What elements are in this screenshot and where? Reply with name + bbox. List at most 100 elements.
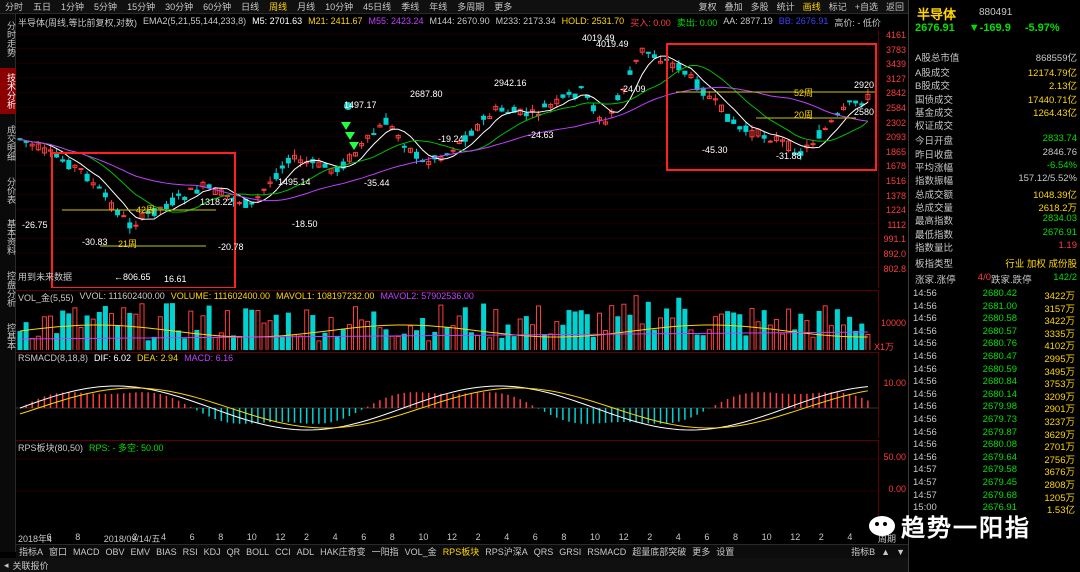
- macd-chart[interactable]: [16, 352, 878, 438]
- left-tab-5[interactable]: 控盘分析: [0, 266, 16, 312]
- timeframe-8[interactable]: 周线: [264, 0, 292, 13]
- left-tab-0[interactable]: 分时走势: [0, 16, 16, 62]
- stat-value: 17440.71亿: [1027, 95, 1077, 106]
- volume-chart[interactable]: [16, 290, 878, 350]
- timeframe-11[interactable]: 45日线: [358, 0, 396, 13]
- timeframe-6[interactable]: 60分钟: [198, 0, 236, 13]
- timeframe-toolbar: 分时 五日 1分钟 5分钟 15分钟 30分钟 60分钟 日线 周线 月线 10分钟 45日线 季线 年线…: [0, 0, 908, 14]
- status-bar: ◂ 关联报价: [0, 558, 908, 572]
- timeframe-1[interactable]: 五日: [28, 0, 56, 13]
- toolbar-button-4[interactable]: 画线: [799, 0, 825, 13]
- main-indicator-6: HOLD: 2531.70: [561, 16, 625, 26]
- tick-price: 2680.76: [982, 338, 1017, 350]
- indicator-tab-5[interactable]: BIAS: [153, 547, 180, 557]
- time-label: 4: [161, 532, 167, 542]
- indicator-tab-9[interactable]: BOLL: [243, 547, 272, 557]
- indicator-tab-8[interactable]: QR: [224, 547, 244, 557]
- indicator-tab-11[interactable]: ADL: [294, 547, 318, 557]
- indicator-tab-6[interactable]: RSI: [180, 547, 201, 557]
- price-chart[interactable]: [16, 30, 878, 288]
- toolbar-button-7[interactable]: 返回: [882, 0, 908, 13]
- timeframe-15[interactable]: 更多: [489, 0, 517, 13]
- stat-row: 昨日收盘 2846.76: [915, 147, 1077, 161]
- indicator-tab-10[interactable]: CCI: [272, 547, 294, 557]
- volume-bar: [511, 336, 517, 350]
- volume-bar: [371, 311, 377, 350]
- timeframe-3[interactable]: 5分钟: [89, 0, 122, 13]
- volume-bar: [584, 314, 590, 350]
- left-tab-3[interactable]: 分价表: [0, 172, 16, 208]
- indicator-tab-13[interactable]: 一阳指: [369, 545, 402, 558]
- indicator-tab-22[interactable]: 设置: [713, 545, 737, 558]
- volume-bar: [407, 325, 413, 350]
- indicator-tab-2[interactable]: MACD: [70, 547, 103, 557]
- timeframe-9[interactable]: 月线: [292, 0, 320, 13]
- candle-body: [627, 70, 633, 75]
- time-label: 12: [275, 532, 286, 542]
- timeframe-2[interactable]: 1分钟: [56, 0, 89, 13]
- left-tab-4[interactable]: 基本资料: [0, 214, 16, 260]
- timeframe-12[interactable]: 季线: [396, 0, 424, 13]
- indicator-tab-18[interactable]: GRSI: [556, 547, 584, 557]
- stat-value: 2618.2万: [1038, 203, 1077, 214]
- tab-nav-1[interactable]: ▲: [878, 547, 893, 557]
- stat-value: -6.54%: [1046, 160, 1077, 171]
- candle-body: [761, 135, 767, 139]
- indicator-tab-20[interactable]: 超量底部突破: [629, 545, 689, 558]
- volume-bar: [706, 329, 712, 350]
- candle-body: [725, 113, 731, 122]
- time-label: 8: [218, 532, 224, 542]
- tick-volume: 3495万: [1044, 366, 1075, 378]
- tick-volume: 2995万: [1044, 354, 1075, 365]
- indicator-tab-19[interactable]: RSMACD: [584, 547, 629, 557]
- rps-chart[interactable]: [16, 440, 878, 532]
- indicator-tab-17[interactable]: QRS: [531, 547, 557, 557]
- left-tab-1[interactable]: 技术分析: [0, 68, 16, 114]
- toolbar-button-5[interactable]: 标记: [825, 0, 851, 13]
- toolbar-button-0[interactable]: 复权: [695, 0, 721, 13]
- timeframe-13[interactable]: 年线: [424, 0, 452, 13]
- tab-nav-0[interactable]: 指标B: [848, 545, 878, 558]
- indicator-tab-7[interactable]: KDJ: [201, 547, 224, 557]
- stat-value: 4/0: [977, 272, 991, 283]
- tab-nav-2[interactable]: ▼: [893, 547, 908, 557]
- candle-body: [566, 91, 572, 95]
- timeframe-10[interactable]: 10分钟: [320, 0, 358, 13]
- candle-body: [468, 130, 474, 136]
- indicator-tab-15[interactable]: RPS板块: [440, 545, 483, 558]
- candle-body: [127, 222, 133, 229]
- stat-value: 行业 加权 成份股: [1005, 259, 1077, 270]
- volume-bar: [420, 318, 426, 350]
- volume-bar: [493, 309, 499, 350]
- tick-time: 14:57: [913, 464, 937, 476]
- left-tab-6[interactable]: 控基本: [0, 318, 16, 354]
- left-tab-2[interactable]: 成交明细: [0, 120, 16, 166]
- volume-bar: [548, 333, 554, 350]
- timeframe-14[interactable]: 多周期: [452, 0, 489, 13]
- toolbar-button-6[interactable]: +自选: [851, 0, 882, 13]
- candle-body: [645, 51, 651, 54]
- main-indicator-4: M144: 2670.90: [429, 16, 490, 26]
- volume-bar: [163, 303, 169, 350]
- toolbar-button-2[interactable]: 多股: [747, 0, 773, 13]
- indicator-tab-4[interactable]: EMV: [128, 547, 154, 557]
- expand-icon[interactable]: ◂: [4, 560, 9, 571]
- indicator-tab-21[interactable]: 更多: [689, 545, 713, 558]
- volume-bar: [334, 335, 340, 350]
- volume-bar: [35, 335, 41, 350]
- timeframe-0[interactable]: 分时: [0, 0, 28, 13]
- toolbar-button-1[interactable]: 叠加: [721, 0, 747, 13]
- indicator-tab-12[interactable]: HAK庄奇变: [317, 545, 369, 558]
- indicator-tab-0[interactable]: 指标A: [16, 545, 46, 558]
- indicator-tab-16[interactable]: RPS沪深A: [482, 545, 531, 558]
- indicator-tab-14[interactable]: VOL_金: [402, 545, 440, 558]
- tick-time: 14:56: [913, 313, 937, 325]
- toolbar-button-3[interactable]: 统计: [773, 0, 799, 13]
- timeframe-4[interactable]: 15分钟: [122, 0, 160, 13]
- timeframe-5[interactable]: 30分钟: [160, 0, 198, 13]
- stat-value: 1.19: [1058, 240, 1078, 251]
- indicator-tab-3[interactable]: OBV: [103, 547, 128, 557]
- tick-row: 14:56 2680.57 3335万: [913, 326, 1077, 340]
- timeframe-7[interactable]: 日线: [236, 0, 264, 13]
- indicator-tab-1[interactable]: 窗口: [46, 545, 70, 558]
